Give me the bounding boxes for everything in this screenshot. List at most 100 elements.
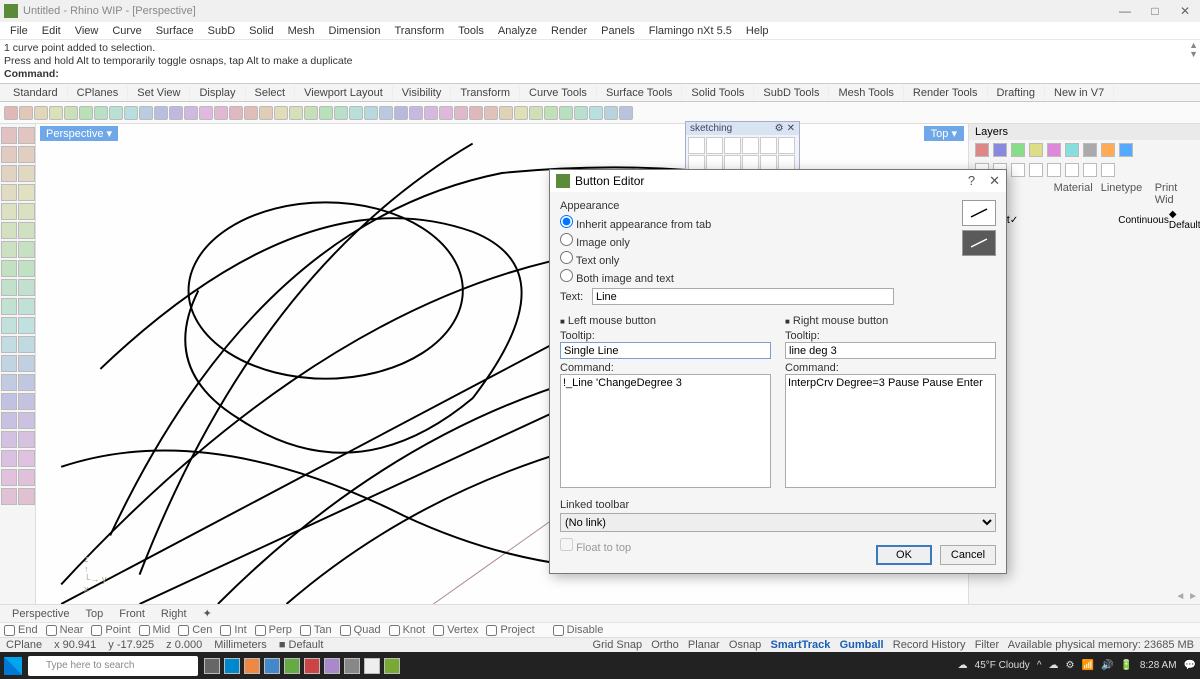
toolbar-icon-10[interactable] <box>154 106 168 120</box>
left-tool-7b[interactable] <box>18 260 35 277</box>
right-tooltip-input[interactable] <box>785 342 996 359</box>
toolbar-icon-3[interactable] <box>49 106 63 120</box>
tab-mesh-tools[interactable]: Mesh Tools <box>829 85 903 101</box>
osnap-knot[interactable]: Knot <box>389 624 426 636</box>
right-command-textarea[interactable] <box>785 374 996 488</box>
toolbar-icon-17[interactable] <box>259 106 273 120</box>
osnap-tan[interactable]: Tan <box>300 624 332 636</box>
close-button[interactable]: ✕ <box>1170 0 1200 22</box>
left-tool-17a[interactable] <box>1 450 18 467</box>
toolbar-icon-1[interactable] <box>19 106 33 120</box>
menu-view[interactable]: View <box>69 25 105 37</box>
toolbar-icon-30[interactable] <box>454 106 468 120</box>
left-tool-5b[interactable] <box>18 222 35 239</box>
viewport-label-top[interactable]: Top ▾ <box>924 126 964 141</box>
layer-tool-icon[interactable] <box>1047 163 1061 177</box>
vtab-top[interactable]: Top <box>77 607 111 621</box>
toolbar-icon-37[interactable] <box>559 106 573 120</box>
toolbar-icon-16[interactable] <box>244 106 258 120</box>
left-tool-0a[interactable] <box>1 127 18 144</box>
osnap-vertex[interactable]: Vertex <box>433 624 478 636</box>
left-tool-12b[interactable] <box>18 355 35 372</box>
osnap-end[interactable]: End <box>4 624 38 636</box>
maximize-button[interactable]: □ <box>1140 0 1170 22</box>
panel-tab-icon[interactable] <box>1065 143 1079 157</box>
toolbar-icon-23[interactable] <box>349 106 363 120</box>
toolbar-icon-32[interactable] <box>484 106 498 120</box>
status-smarttrack[interactable]: SmartTrack <box>770 639 830 651</box>
panel-tab-icon[interactable] <box>993 143 1007 157</box>
osnap-near[interactable]: Near <box>46 624 84 636</box>
osnap-mid[interactable]: Mid <box>139 624 171 636</box>
panel-tab-icon[interactable] <box>975 143 989 157</box>
vtab-front[interactable]: Front <box>111 607 153 621</box>
layer-tool-icon[interactable] <box>1083 163 1097 177</box>
taskbar-app-icon[interactable] <box>344 658 360 674</box>
float-gear-icon[interactable]: ⚙ <box>775 123 784 134</box>
left-tool-15a[interactable] <box>1 412 18 429</box>
radio-text-only[interactable]: Text only <box>560 251 996 267</box>
taskbar-app-icon[interactable] <box>324 658 340 674</box>
sketch-tool-2[interactable] <box>724 137 741 154</box>
status-planar[interactable]: Planar <box>688 639 720 651</box>
menu-surface[interactable]: Surface <box>150 25 200 37</box>
status-cplane[interactable]: CPlane <box>6 639 42 651</box>
tray-notifications-icon[interactable]: 💬 <box>1184 660 1196 671</box>
start-button[interactable] <box>4 657 22 675</box>
weather-text[interactable]: 45°F Cloudy <box>975 660 1030 671</box>
left-command-textarea[interactable] <box>560 374 771 488</box>
left-tool-1a[interactable] <box>1 146 18 163</box>
taskbar-search[interactable]: Type here to search <box>28 656 198 676</box>
vtab-add[interactable]: ✦ <box>195 606 220 621</box>
layer-tool-icon[interactable] <box>1029 163 1043 177</box>
toolbar-icon-11[interactable] <box>169 106 183 120</box>
left-tool-7a[interactable] <box>1 260 18 277</box>
tab-setview[interactable]: Set View <box>128 85 190 101</box>
button-text-input[interactable] <box>592 288 894 305</box>
sketch-tool-1[interactable] <box>706 137 723 154</box>
toolbar-icon-8[interactable] <box>124 106 138 120</box>
osnap-disable[interactable]: Disable <box>553 624 604 636</box>
left-tool-9b[interactable] <box>18 298 35 315</box>
menu-tools[interactable]: Tools <box>452 25 490 37</box>
menu-help[interactable]: Help <box>740 25 775 37</box>
sketch-tool-3[interactable] <box>742 137 759 154</box>
left-tool-9a[interactable] <box>1 298 18 315</box>
layer-tool-icon[interactable] <box>1011 163 1025 177</box>
tray-wifi-icon[interactable]: 📶 <box>1081 660 1093 671</box>
left-tool-19a[interactable] <box>1 488 18 505</box>
toolbar-icon-14[interactable] <box>214 106 228 120</box>
left-tool-0b[interactable] <box>18 127 35 144</box>
toolbar-icon-13[interactable] <box>199 106 213 120</box>
toolbar-icon-0[interactable] <box>4 106 18 120</box>
command-prompt[interactable]: Command: <box>4 68 59 80</box>
status-filter[interactable]: Filter <box>975 639 999 651</box>
menu-mesh[interactable]: Mesh <box>282 25 321 37</box>
toolbar-icon-6[interactable] <box>94 106 108 120</box>
weather-icon[interactable]: ☁ <box>958 660 968 671</box>
left-tool-6b[interactable] <box>18 241 35 258</box>
panel-tab-icon[interactable] <box>1011 143 1025 157</box>
tab-render-tools[interactable]: Render Tools <box>904 85 988 101</box>
toolbar-icon-41[interactable] <box>619 106 633 120</box>
menu-flamingo[interactable]: Flamingo nXt 5.5 <box>643 25 738 37</box>
left-tool-6a[interactable] <box>1 241 18 258</box>
menu-render[interactable]: Render <box>545 25 593 37</box>
toolbar-icon-38[interactable] <box>574 106 588 120</box>
tray-cloud-icon[interactable]: ☁ <box>1049 660 1059 671</box>
radio-image-only[interactable]: Image only <box>560 233 996 249</box>
left-tool-15b[interactable] <box>18 412 35 429</box>
taskbar-app-icon[interactable] <box>264 658 280 674</box>
toolbar-icon-29[interactable] <box>439 106 453 120</box>
tray-chevron-icon[interactable]: ^ <box>1037 660 1042 671</box>
tab-cplanes[interactable]: CPlanes <box>68 85 129 101</box>
toolbar-icon-4[interactable] <box>64 106 78 120</box>
sketch-tool-5[interactable] <box>778 137 795 154</box>
left-tool-3b[interactable] <box>18 184 35 201</box>
tab-standard[interactable]: Standard <box>4 85 68 101</box>
tab-transform[interactable]: Transform <box>451 85 520 101</box>
toolbar-icon-15[interactable] <box>229 106 243 120</box>
left-tooltip-input[interactable] <box>560 342 771 359</box>
left-tool-11a[interactable] <box>1 336 18 353</box>
left-tool-4a[interactable] <box>1 203 18 220</box>
